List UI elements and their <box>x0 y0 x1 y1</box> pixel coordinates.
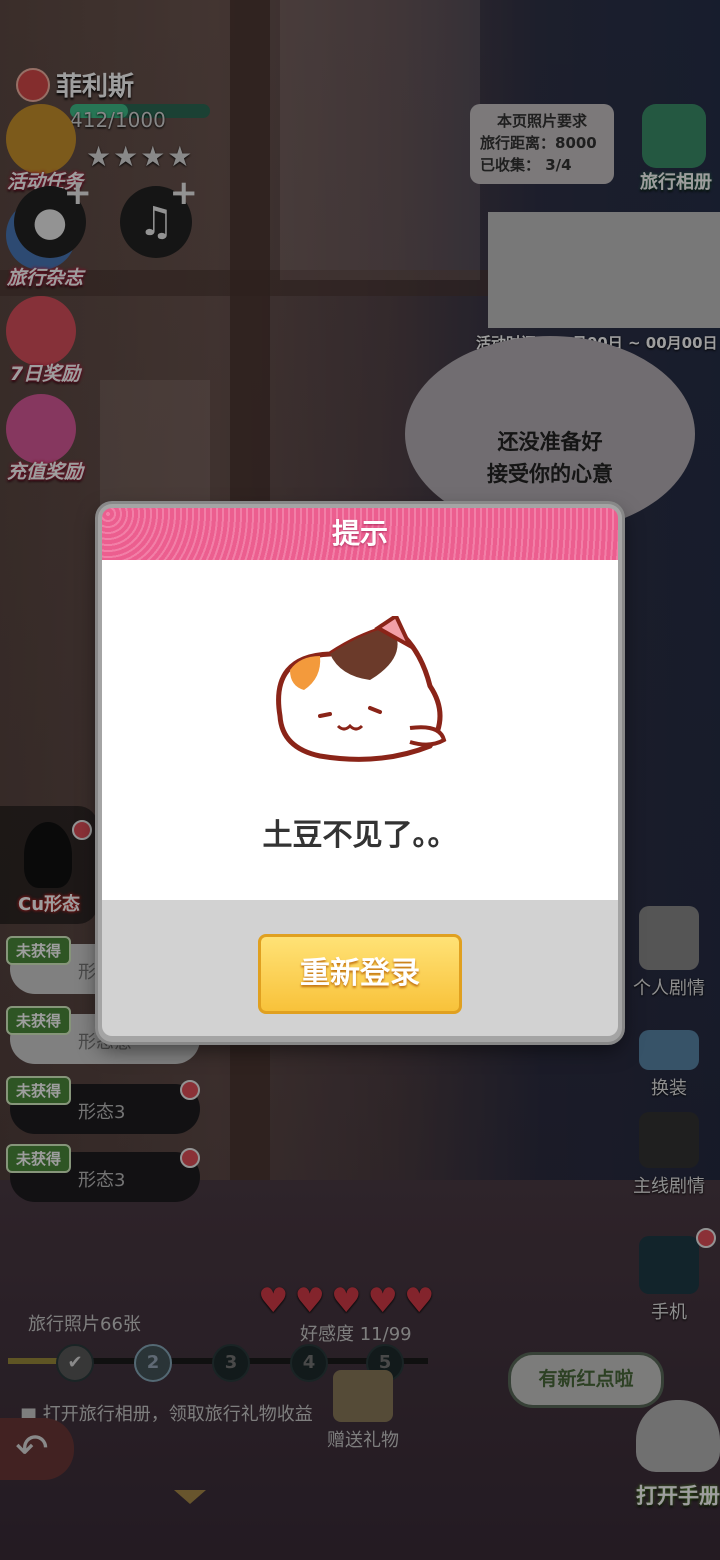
relogin-button[interactable]: 重新登录 <box>258 934 462 1014</box>
dialog-footer: 重新登录 <box>102 900 618 1036</box>
dialog-header: 提示 <box>102 508 618 560</box>
dialog-title: 提示 <box>331 517 388 550</box>
dialog-message: 土豆不见了。。 <box>262 818 458 853</box>
dialog-body: 土豆不见了。。 <box>102 560 618 900</box>
sleepy-cat-icon <box>276 616 447 762</box>
alert-dialog: 提示 土豆不见了。。 重新登录 <box>98 504 622 1042</box>
